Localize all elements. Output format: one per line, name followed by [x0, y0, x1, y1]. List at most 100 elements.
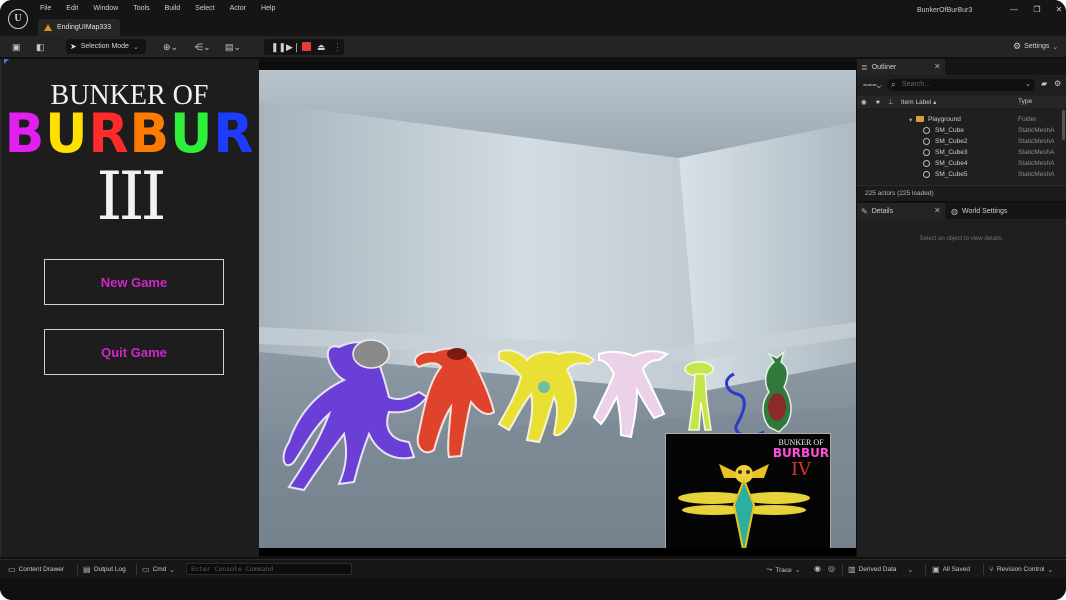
col-type[interactable]: Type — [1018, 98, 1032, 105]
outliner-row[interactable]: SM_Cube5 StaticMeshA — [857, 169, 1062, 180]
all-saved-label: All Saved — [942, 566, 971, 573]
menu-file[interactable]: File — [40, 5, 51, 12]
visibility-icon[interactable]: ◉ — [861, 98, 867, 106]
close-icon[interactable]: ✕ — [934, 206, 941, 215]
gear-icon: ⚙ — [1013, 41, 1022, 51]
branch-icon: ⑂ — [989, 565, 994, 574]
title-bar: U File Edit Window Tools Build Select Ac… — [0, 0, 1066, 36]
menu-select[interactable]: Select — [195, 5, 214, 12]
row-type: StaticMeshA — [1018, 127, 1055, 134]
add-actor-icon[interactable]: ⊕⌄ — [163, 41, 178, 53]
details-empty-hint: Select an object to view details. — [919, 236, 1004, 242]
filter-icon[interactable]: ⩶⌄ — [863, 80, 881, 90]
minimize-icon[interactable]: — — [1008, 5, 1020, 15]
all-saved-button[interactable]: ▣ All Saved — [932, 565, 970, 574]
menu-window[interactable]: Window — [93, 5, 118, 12]
step-icon[interactable]: ▶❘ — [286, 42, 300, 52]
outliner-row[interactable]: SM_Cube StaticMeshA — [857, 125, 1062, 136]
row-name: SM_Cube3 — [935, 149, 968, 156]
new-game-label: New Game — [100, 274, 168, 290]
selection-mode-dropdown[interactable]: ➤ Selection Mode ⌄ — [66, 39, 146, 54]
folder-icon — [916, 116, 924, 122]
status-bar: ▭ Content Drawer ▤ Output Log ▭ Cmd ⌄ En… — [0, 559, 1066, 578]
chevron-down-icon[interactable]: ▾ — [909, 116, 912, 124]
close-window-icon[interactable]: ✕ — [1053, 5, 1065, 15]
cmd-dropdown[interactable]: ▭ Cmd ⌄ — [142, 565, 175, 574]
unreal-logo-icon[interactable]: U — [8, 9, 28, 29]
outliner-row[interactable]: SM_Cube4 StaticMeshA — [857, 158, 1062, 169]
options-icon[interactable]: ⋮ — [333, 42, 342, 52]
save-icon[interactable]: ▣ — [12, 41, 21, 53]
level-viewport[interactable]: BUNKER OF BURBUR IV — [259, 62, 856, 556]
viewport-bottom-strip — [259, 548, 856, 556]
derived-data-label: Derived Data — [858, 566, 897, 573]
output-log-button[interactable]: ▤ Output Log — [83, 565, 126, 574]
divider — [983, 564, 984, 575]
outliner-column-header: ◉ ★ ⊥ Item Label ▴ Type — [857, 96, 1066, 108]
output-log-label: Output Log — [93, 566, 126, 573]
level-icon — [44, 24, 52, 31]
menu-help[interactable]: Help — [261, 5, 275, 12]
outliner-row-playground[interactable]: ▾ Playground Folder — [857, 114, 1062, 125]
game-preview-window[interactable]: BUNKER OF BURBUR IV — [665, 433, 831, 556]
screenshot-icon[interactable]: ◎ — [828, 564, 835, 573]
logo-letter: U — [45, 102, 89, 166]
new-game-button[interactable]: New Game — [44, 259, 224, 305]
row-type: StaticMeshA — [1018, 138, 1055, 145]
console-command-input[interactable]: Enter Console Command — [186, 563, 352, 575]
pin-icon[interactable]: ⊥ — [888, 98, 894, 106]
chevron-down-icon: ⌄ — [169, 566, 176, 574]
database-icon: ▥ — [848, 565, 856, 574]
derived-data-dropdown[interactable]: ▥ Derived Data ⌄ — [848, 565, 913, 574]
tab-details[interactable]: ✎ Details — [857, 203, 945, 219]
menu-tools[interactable]: Tools — [133, 5, 149, 12]
logo-letter: R — [213, 102, 255, 166]
outliner-search-input[interactable]: ⌕ Search... ⌄ — [887, 79, 1035, 91]
trace-dropdown[interactable]: ⤳ Trace ⌄ — [766, 565, 801, 575]
maximize-icon[interactable]: ❐ — [1031, 5, 1043, 15]
level-tab[interactable]: EndingUIMap333 — [38, 19, 120, 36]
pause-icon[interactable]: ❚❚ — [271, 42, 286, 52]
eject-icon[interactable]: ⏏ — [317, 42, 326, 52]
cinematics-icon[interactable]: ▤⌄ — [225, 41, 241, 53]
chevron-down-icon: ⌄ — [794, 567, 801, 574]
menu-build[interactable]: Build — [165, 5, 181, 12]
menu-actor[interactable]: Actor — [230, 5, 246, 12]
close-icon[interactable]: ✕ — [934, 62, 941, 71]
col-item-label[interactable]: Item Label ▴ — [901, 98, 936, 106]
chevron-down-icon: ⌄ — [907, 566, 914, 574]
details-tabbar: ✎ Details ✕ ◍ World Settings — [857, 203, 1066, 219]
revision-control-dropdown[interactable]: ⑂ Revision Control ⌄ — [989, 565, 1053, 574]
quit-game-button[interactable]: Quit Game — [44, 329, 224, 375]
outliner-row[interactable]: SM_Cube3 StaticMeshA — [857, 147, 1062, 158]
stop-icon[interactable] — [302, 42, 311, 51]
menu-edit[interactable]: Edit — [66, 5, 78, 12]
details-tab-label: Details — [871, 207, 894, 215]
gear-icon[interactable]: ⚙ — [1054, 79, 1061, 88]
blueprint-icon[interactable]: ⋲⌄ — [194, 41, 211, 53]
outliner-status: 225 actors (225 loaded) — [857, 185, 1066, 201]
record-icon[interactable]: ◉ — [814, 564, 821, 573]
tab-world-settings[interactable]: ◍ World Settings — [949, 203, 1059, 219]
settings-button[interactable]: ⚙ Settings ⌄ — [1013, 41, 1058, 52]
preview-dragonfly-figure — [678, 464, 810, 555]
outliner-scrollbar[interactable] — [1062, 110, 1065, 140]
search-icon: ⌕ — [891, 80, 896, 89]
quit-game-label: Quit Game — [101, 344, 167, 360]
row-type: StaticMeshA — [1018, 160, 1055, 167]
content-browser-icon[interactable]: ◧ — [36, 41, 45, 53]
tab-outliner[interactable]: ≣ Outliner — [857, 59, 945, 75]
trace-icon: ⤳ — [766, 565, 773, 574]
add-folder-icon[interactable]: ▰ — [1041, 79, 1047, 88]
row-type: StaticMeshA — [1018, 171, 1055, 178]
content-drawer-label: Content Drawer — [18, 566, 65, 573]
static-mesh-icon — [923, 149, 930, 156]
cursor-icon: ➤ — [70, 42, 77, 51]
row-name: SM_Cube4 — [935, 160, 968, 167]
content-drawer-button[interactable]: ▭ Content Drawer — [8, 565, 64, 574]
world-settings-tab-label: World Settings — [961, 207, 1008, 215]
logo-letter: U — [170, 102, 214, 166]
favorite-icon[interactable]: ★ — [875, 98, 881, 106]
outliner-tabbar: ≣ Outliner ✕ — [857, 59, 1066, 75]
outliner-row[interactable]: SM_Cube2 StaticMeshA — [857, 136, 1062, 147]
